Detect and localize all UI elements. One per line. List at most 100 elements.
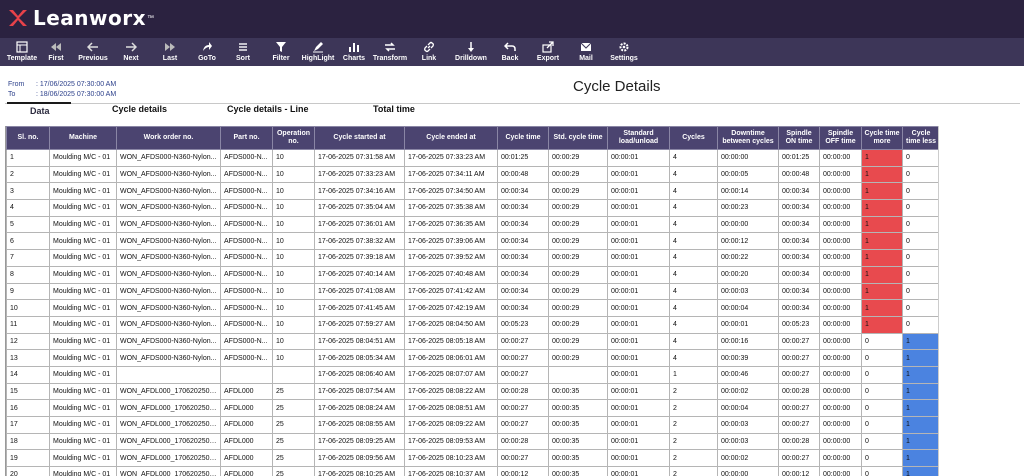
column-header[interactable]: Spindle OFF time — [819, 126, 862, 150]
column-header[interactable]: Operation no. — [272, 126, 315, 150]
table-cell: AFDL000 — [220, 449, 273, 468]
app-logo[interactable]: Leanworx ™ — [8, 6, 154, 30]
toolbar-highlight-button[interactable]: HighLight — [298, 40, 338, 62]
toolbar-next-button[interactable]: Next — [111, 40, 151, 62]
toolbar-first-button[interactable]: First — [36, 40, 76, 62]
table-cell: 5 — [6, 215, 50, 234]
table-cell: 0 — [902, 265, 939, 284]
table-row[interactable]: 18 Moulding M/C - 01 WON_AFDL000_170620250… — [6, 432, 939, 451]
table-row[interactable]: 13 Moulding M/C - 01 WON_AFDS000-N360-Nylo… — [6, 349, 939, 367]
table-row[interactable]: 1 Moulding M/C - 01 WON_AFDS000-N360-Nylon… — [6, 149, 939, 167]
table-row[interactable]: 3 Moulding M/C - 01 WON_AFDS000-N360-Nylon… — [6, 182, 939, 201]
column-header[interactable]: Machine — [49, 126, 117, 150]
table-cell: 00:00:34 — [778, 232, 820, 251]
app-header: Leanworx ™ — [0, 0, 1024, 38]
tab-cycle-details[interactable]: Cycle details — [112, 104, 167, 114]
table-cell: 0 — [902, 149, 939, 167]
table-cell: 00:00:39 — [717, 349, 779, 367]
table-row[interactable]: 4 Moulding M/C - 01 WON_AFDS000-N360-Nylon… — [6, 199, 939, 217]
table-cell: AFDS000-N... — [220, 232, 273, 251]
toolbar-transform-button[interactable]: Transform — [370, 40, 410, 62]
column-header[interactable]: Work order no. — [116, 126, 221, 150]
table-cell: 00:00:02 — [717, 382, 779, 401]
goto-icon — [187, 40, 227, 54]
toolbar-last-button[interactable]: Last — [150, 40, 190, 62]
column-header[interactable]: Cycle time — [497, 126, 549, 150]
table-cell: 0 — [902, 232, 939, 251]
next-icon — [111, 40, 151, 54]
column-header[interactable]: Sl. no. — [6, 126, 50, 150]
table-cell: 00:00:01 — [607, 365, 670, 384]
table-cell: 00:00:34 — [778, 299, 820, 317]
toolbar-mail-button[interactable]: Mail — [566, 40, 606, 62]
column-header[interactable]: Part no. — [220, 126, 273, 150]
table-cell: 4 — [669, 215, 718, 234]
table-cell: 00:00:34 — [778, 249, 820, 267]
table-cell: 1 — [902, 432, 939, 451]
toolbar-link-button[interactable]: Link — [409, 40, 449, 62]
table-row[interactable]: 19 Moulding M/C - 01 WON_AFDL000_170620250… — [6, 449, 939, 468]
sort-icon — [223, 40, 263, 54]
tab-data[interactable]: Data — [30, 106, 50, 116]
table-cell: 00:00:00 — [819, 165, 862, 184]
column-header[interactable]: Cycles — [669, 126, 718, 150]
table-cell: 00:00:27 — [778, 416, 820, 434]
table-cell: 00:00:16 — [717, 332, 779, 351]
table-cell: 00:00:27 — [778, 365, 820, 384]
table-row[interactable]: 9 Moulding M/C - 01 WON_AFDS000-N360-Nylon… — [6, 282, 939, 301]
table-cell: 17-06-2025 07:33:23 AM — [404, 149, 498, 167]
table-row[interactable]: 5 Moulding M/C - 01 WON_AFDS000-N360-Nylon… — [6, 215, 939, 234]
brand-name: Leanworx — [33, 6, 147, 30]
toolbar-back-button[interactable]: Back — [490, 40, 530, 62]
table-cell: 1 — [861, 199, 903, 217]
toolbar-filter-button[interactable]: Filter — [261, 40, 301, 62]
table-row[interactable]: 15 Moulding M/C - 01 WON_AFDL000_170620250… — [6, 382, 939, 401]
toolbar-drilldown-button[interactable]: Drilldown — [451, 40, 491, 62]
table-row[interactable]: 2 Moulding M/C - 01 WON_AFDS000-N360-Nylon… — [6, 165, 939, 184]
tab-total-time[interactable]: Total time — [373, 104, 415, 114]
column-header[interactable]: Downtime between cycles — [717, 126, 779, 150]
toolbar-sort-button[interactable]: Sort — [223, 40, 263, 62]
column-header[interactable]: Cycle time less — [902, 126, 939, 150]
table-row[interactable]: 7 Moulding M/C - 01 WON_AFDS000-N360-Nylon… — [6, 249, 939, 267]
toolbar-settings-button[interactable]: Settings — [604, 40, 644, 62]
table-row[interactable]: 6 Moulding M/C - 01 WON_AFDS000-N360-Nylon… — [6, 232, 939, 251]
table-cell: 19 — [6, 449, 50, 468]
table-row[interactable]: 14 Moulding M/C - 01 17-06-2025 08:06:40 A… — [6, 365, 939, 384]
table-row[interactable]: 17 Moulding M/C - 01 WON_AFDL000_170620250… — [6, 416, 939, 434]
table-row[interactable]: 20 Moulding M/C - 01 WON_AFDL000_170620250… — [6, 466, 939, 476]
table-cell: 17-06-2025 07:35:38 AM — [404, 199, 498, 217]
toolbar-goto-button[interactable]: GoTo — [187, 40, 227, 62]
table-cell: 00:00:34 — [497, 215, 549, 234]
toolbar-previous-button[interactable]: Previous — [73, 40, 113, 62]
toolbar-export-button[interactable]: Export — [528, 40, 568, 62]
table-cell: 00:00:29 — [548, 265, 608, 284]
grid-scrollbar[interactable] — [938, 126, 939, 476]
table-row[interactable]: 8 Moulding M/C - 01 WON_AFDS000-N360-Nylon… — [6, 265, 939, 284]
table-row[interactable]: 16 Moulding M/C - 01 WON_AFDL000_170620250… — [6, 399, 939, 417]
tab-cycle-details-line[interactable]: Cycle details - Line — [227, 104, 309, 114]
column-header[interactable]: Cycle started at — [314, 126, 405, 150]
column-header[interactable]: Std. cycle time — [548, 126, 608, 150]
last-icon — [150, 40, 190, 54]
column-header[interactable]: Cycle ended at — [404, 126, 498, 150]
table-cell: 17-06-2025 07:40:14 AM — [314, 265, 405, 284]
column-header[interactable]: Spindle ON time — [778, 126, 820, 150]
table-cell: 2 — [6, 165, 50, 184]
toolbar-charts-button[interactable]: Charts — [334, 40, 374, 62]
table-cell: 0 — [902, 199, 939, 217]
table-cell: 0 — [861, 365, 903, 384]
table-cell: WON_AFDL000_1706202508... — [116, 432, 221, 451]
table-row[interactable]: 11 Moulding M/C - 01 WON_AFDS000-N360-Nylo… — [6, 315, 939, 334]
table-row[interactable]: 12 Moulding M/C - 01 WON_AFDS000-N360-Nylo… — [6, 332, 939, 351]
table-row[interactable]: 10 Moulding M/C - 01 WON_AFDS000-N360-Nylo… — [6, 299, 939, 317]
table-cell: 10 — [272, 215, 315, 234]
table-cell: 1 — [902, 416, 939, 434]
table-cell: AFDL000 — [220, 399, 273, 417]
table-cell: WON_AFDS000-N360-Nylon... — [116, 149, 221, 167]
table-cell: 00:00:00 — [819, 299, 862, 317]
column-header[interactable]: Cycle time more — [861, 126, 903, 150]
table-cell: 00:00:34 — [497, 232, 549, 251]
column-header[interactable]: Standard load/unload — [607, 126, 670, 150]
table-cell: 17-06-2025 07:42:19 AM — [404, 299, 498, 317]
